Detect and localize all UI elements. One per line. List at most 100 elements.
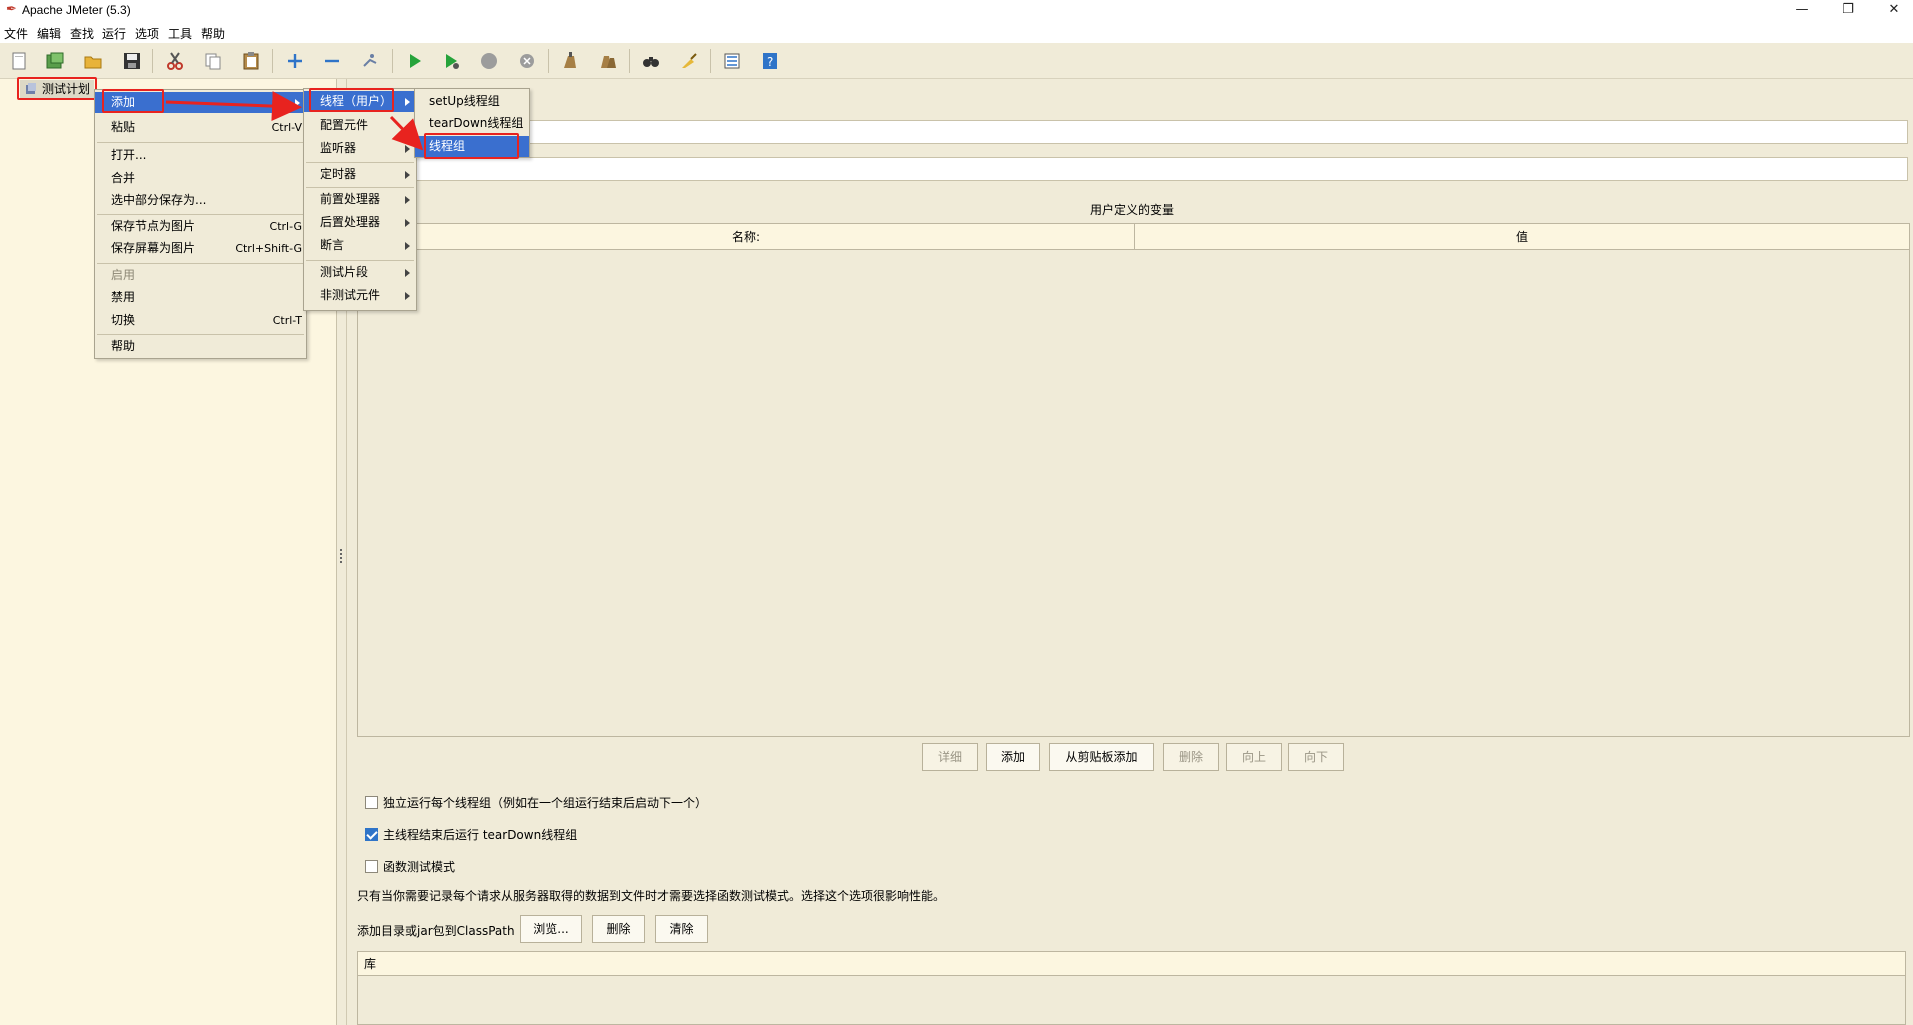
- close-button[interactable]: ✕: [1871, 0, 1913, 21]
- save-icon[interactable]: [121, 50, 143, 72]
- add-submenu-timer-label: 定时器: [320, 167, 357, 181]
- add-submenu-listener[interactable]: 监听器: [304, 138, 416, 159]
- add-button[interactable]: 添加: [986, 743, 1040, 771]
- functional-mode-checkbox[interactable]: [365, 860, 378, 873]
- copy-icon[interactable]: [202, 50, 224, 72]
- collapse-icon[interactable]: [321, 50, 343, 72]
- stop-icon[interactable]: [478, 50, 500, 72]
- new-icon[interactable]: [8, 50, 30, 72]
- function-helper-icon[interactable]: [721, 50, 743, 72]
- teardown-on-shutdown-checkbox[interactable]: [365, 828, 378, 841]
- comments-field[interactable]: [357, 157, 1908, 181]
- classpath-library-table[interactable]: 库: [357, 951, 1906, 1025]
- start-icon[interactable]: [404, 50, 426, 72]
- add-submenu-non-test[interactable]: 非测试元件: [304, 285, 416, 306]
- context-menu-open-label: 打开...: [111, 148, 147, 162]
- start-no-pause-icon[interactable]: [441, 50, 463, 72]
- clear-icon[interactable]: [559, 50, 581, 72]
- open-icon[interactable]: [82, 50, 104, 72]
- context-menu-enable-label: 启用: [111, 268, 136, 282]
- library-column-header[interactable]: 库: [358, 952, 1905, 976]
- threads-submenu-setup-label: setUp线程组: [429, 94, 500, 108]
- minimize-button[interactable]: —: [1779, 0, 1825, 21]
- reset-search-icon[interactable]: [678, 50, 700, 72]
- tree-node-label: 测试计划: [42, 82, 91, 96]
- context-menu-save-screen-image[interactable]: 保存屏幕为图片 Ctrl+Shift-G: [95, 238, 306, 259]
- classpath-clear-button[interactable]: 清除: [655, 915, 708, 943]
- add-submenu-threads[interactable]: 线程（用户）: [304, 91, 416, 112]
- search-icon[interactable]: [640, 50, 662, 72]
- submenu-arrow-icon: [295, 99, 300, 107]
- context-menu-merge-label: 合并: [111, 171, 136, 185]
- menu-file[interactable]: 文件: [4, 25, 28, 42]
- move-down-button[interactable]: 向下: [1288, 743, 1344, 771]
- context-menu-save-selection-label: 选中部分保存为...: [111, 193, 207, 207]
- toggle-icon[interactable]: [359, 50, 381, 72]
- clear-all-icon[interactable]: [597, 50, 619, 72]
- serialize-threadgroups-label: 独立运行每个线程组（例如在一个组运行结束后启动下一个）: [383, 796, 708, 810]
- menu-options[interactable]: 选项: [135, 25, 159, 42]
- delete-button[interactable]: 删除: [1163, 743, 1219, 771]
- paste-icon[interactable]: [240, 50, 262, 72]
- context-menu-merge[interactable]: 合并: [95, 168, 306, 189]
- context-menu-help[interactable]: 帮助: [95, 336, 306, 357]
- move-up-button[interactable]: 向上: [1226, 743, 1282, 771]
- threads-submenu-setup[interactable]: setUp线程组: [415, 91, 529, 112]
- classpath-delete-button[interactable]: 删除: [592, 915, 645, 943]
- menu-run[interactable]: 运行: [102, 25, 126, 42]
- add-submenu-assertion-label: 断言: [320, 238, 345, 252]
- detail-button[interactable]: 详细: [922, 743, 978, 771]
- name-field[interactable]: [357, 120, 1908, 144]
- menu-search[interactable]: 查找: [70, 25, 94, 42]
- splitter-grip: [340, 549, 343, 563]
- context-menu: 添加 粘贴 Ctrl-V 打开... 合并 选中部分保存为... 保存节点为图片 C…: [94, 89, 307, 359]
- add-submenu-test-fragment[interactable]: 测试片段: [304, 262, 416, 283]
- user-vars-title: 用户定义的变量: [1090, 203, 1175, 217]
- context-menu-enable[interactable]: 启用: [95, 265, 306, 286]
- context-menu-add-label: 添加: [111, 95, 136, 109]
- add-submenu-assertion[interactable]: 断言: [304, 235, 416, 256]
- cut-icon[interactable]: [164, 50, 186, 72]
- context-menu-disable[interactable]: 禁用: [95, 287, 306, 308]
- menu-edit[interactable]: 编辑: [37, 25, 61, 42]
- column-name-header[interactable]: 名称:: [358, 224, 1135, 250]
- tree-node-test-plan[interactable]: 测试计划: [20, 80, 95, 98]
- context-menu-toggle[interactable]: 切换 Ctrl-T: [95, 310, 306, 331]
- threads-submenu-thread-group[interactable]: 线程组: [415, 136, 529, 157]
- shortcut-label: Ctrl-G: [269, 220, 302, 233]
- column-value-header[interactable]: 值: [1135, 224, 1909, 250]
- add-submenu-config[interactable]: 配置元件: [304, 115, 416, 136]
- context-menu-add[interactable]: 添加: [95, 92, 306, 113]
- context-menu-save-selection[interactable]: 选中部分保存为...: [95, 190, 306, 211]
- submenu-arrow-icon: [405, 145, 410, 153]
- browse-button[interactable]: 浏览...: [520, 915, 582, 943]
- submenu-arrow-icon: [405, 219, 410, 227]
- add-from-clipboard-button[interactable]: 从剪贴板添加: [1049, 743, 1154, 771]
- threads-submenu-teardown-label: tearDown线程组: [429, 116, 524, 130]
- add-submenu-postprocessor[interactable]: 后置处理器: [304, 212, 416, 233]
- templates-icon[interactable]: [44, 50, 66, 72]
- user-vars-table[interactable]: 名称: 值: [357, 223, 1910, 737]
- add-submenu-preprocessor-label: 前置处理器: [320, 192, 381, 206]
- teardown-on-shutdown-label: 主线程结束后运行 tearDown线程组: [383, 828, 578, 842]
- add-submenu-preprocessor[interactable]: 前置处理器: [304, 189, 416, 210]
- submenu-arrow-icon: [405, 242, 410, 250]
- submenu-arrow-icon: [405, 171, 410, 179]
- user-vars-header: 名称: 值: [358, 224, 1909, 250]
- restore-button[interactable]: ❐: [1825, 0, 1871, 21]
- shutdown-icon[interactable]: [516, 50, 538, 72]
- shortcut-label: Ctrl-V: [271, 121, 302, 134]
- context-menu-paste[interactable]: 粘贴 Ctrl-V: [95, 117, 306, 138]
- help-icon[interactable]: ?: [759, 50, 781, 72]
- submenu-arrow-icon: [405, 196, 410, 204]
- menu-tools[interactable]: 工具: [168, 25, 192, 42]
- context-menu-save-screen-image-label: 保存屏幕为图片: [111, 241, 196, 255]
- menu-help[interactable]: 帮助: [201, 25, 225, 42]
- context-menu-open[interactable]: 打开...: [95, 145, 306, 166]
- context-menu-save-node-image[interactable]: 保存节点为图片 Ctrl-G: [95, 216, 306, 237]
- add-submenu-timer[interactable]: 定时器: [304, 164, 416, 185]
- add-submenu: 线程（用户） 配置元件 监听器 定时器 前置处理器 后置处理器 断言 测试片段 …: [303, 88, 417, 311]
- threads-submenu-teardown[interactable]: tearDown线程组: [415, 113, 529, 134]
- expand-icon[interactable]: [284, 50, 306, 72]
- serialize-threadgroups-checkbox[interactable]: [365, 796, 378, 809]
